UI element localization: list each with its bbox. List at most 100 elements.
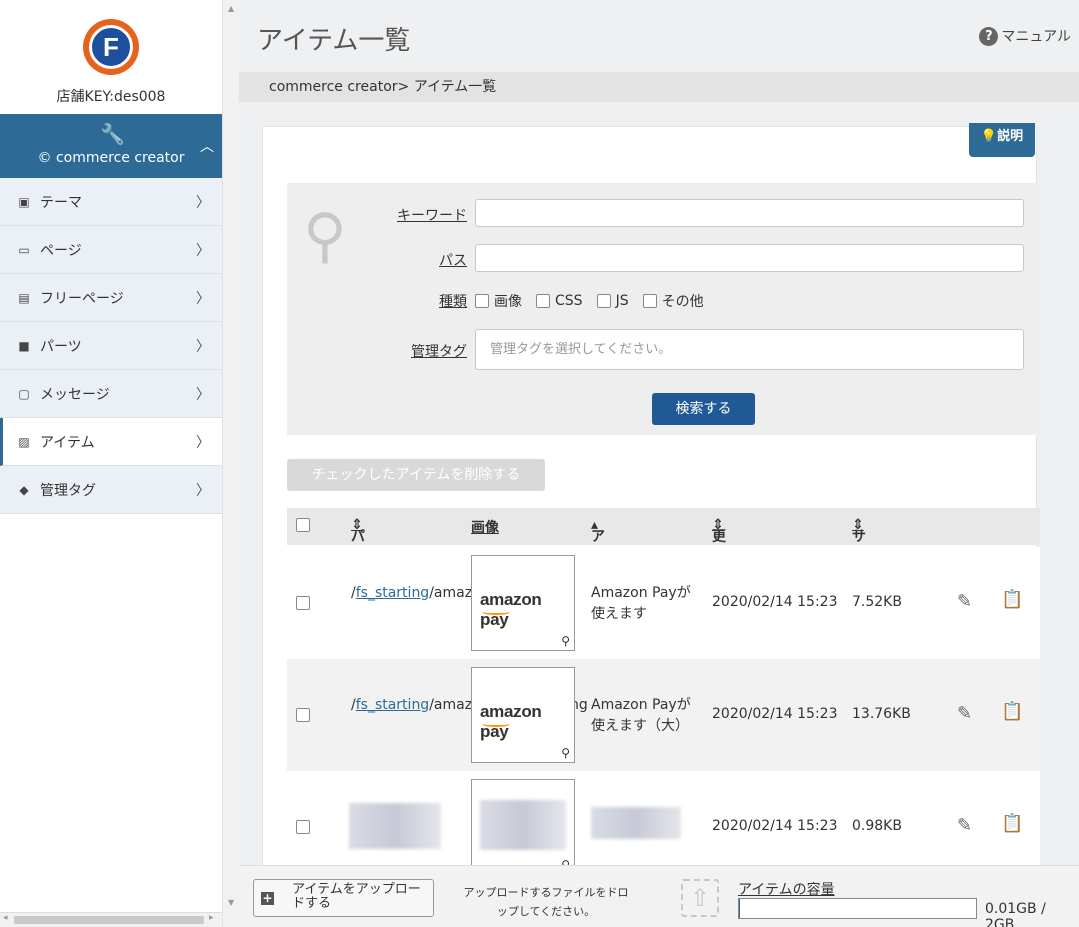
tag-label: 管理タグ xyxy=(411,344,467,360)
free-page-icon: ▤ xyxy=(18,290,30,305)
item-name: Amazon Payが使えます（大） xyxy=(591,697,691,734)
item-updated: 2020/02/14 15:23 xyxy=(712,706,838,722)
type-other[interactable]: その他 xyxy=(642,291,704,311)
edit-pencil-icon[interactable]: ✎ xyxy=(957,815,972,836)
sidebar-item-free-page[interactable]: ▤ フリーページ〉 xyxy=(0,274,222,322)
checkbox[interactable] xyxy=(536,294,550,308)
sidebar-item-message[interactable]: ▢ メッセージ〉 xyxy=(0,370,222,418)
sort-path[interactable]: パス⇕ xyxy=(351,517,365,565)
page-icon: ▭ xyxy=(18,242,30,257)
checkbox[interactable] xyxy=(642,294,657,308)
section-title: commerce creator xyxy=(55,150,185,166)
path-label: パス xyxy=(439,253,467,269)
row-checkbox[interactable] xyxy=(296,708,310,722)
sidebar-scrollbar[interactable]: ▲ ▼ xyxy=(222,0,239,927)
help-icon: ? xyxy=(979,26,999,46)
edit-pencil-icon[interactable]: ✎ xyxy=(957,703,972,724)
table-row: /fs_starting/amazonPay.png amazon pay⚲ A… xyxy=(287,547,1040,659)
item-thumbnail[interactable]: amazon pay ⚲ xyxy=(471,667,575,763)
lightbulb-icon: 💡 xyxy=(980,129,998,144)
item-path: /fs_starting/amazonPay_large.png xyxy=(351,697,588,713)
clipboard-icon[interactable]: 📋 xyxy=(1001,701,1023,722)
briefcase-icon: ■ xyxy=(18,338,30,353)
item-thumbnail[interactable]: ⚲ xyxy=(471,779,575,875)
chevron-right-icon: 〉 xyxy=(196,195,210,211)
item-path: /fs_starting/amazonPay.png xyxy=(351,585,543,601)
sidebar: F 店舗KEY:des008 🔧 © commerce creator ︿ ▣ テ… xyxy=(0,0,222,927)
clipboard-icon[interactable]: 📋 xyxy=(1001,813,1023,834)
chevron-right-icon: 〉 xyxy=(196,387,210,403)
sidebar-item-parts[interactable]: ■ パーツ〉 xyxy=(0,322,222,370)
search-panel: ⚲ キーワード パス 種類 画像 CSS JS その他 管理タグ 管理タグを選択… xyxy=(287,183,1040,435)
table-row: /fs_starting/amazonPay_large.png amazon … xyxy=(287,659,1040,771)
type-checkboxes: 画像 CSS JS その他 xyxy=(475,291,718,311)
item-size: 13.76KB xyxy=(852,706,911,722)
upload-bar: + アイテムをアップロードする アップロードするファイルをドロップしてください。 … xyxy=(239,865,1079,927)
path-input[interactable] xyxy=(475,244,1024,272)
item-name: Amazon Payが使えます xyxy=(591,585,691,622)
select-all-checkbox[interactable] xyxy=(296,518,310,532)
blurred-path xyxy=(349,803,441,849)
image-header: 画像 xyxy=(471,520,499,536)
row-checkbox[interactable] xyxy=(296,820,310,834)
sort-name[interactable]: アイテム名▴ xyxy=(591,517,605,625)
chevron-right-icon: 〉 xyxy=(196,435,210,451)
clipboard-icon[interactable]: 📋 xyxy=(1001,589,1023,610)
tag-icon: ◆ xyxy=(19,482,29,497)
capacity-label: アイテムの容量 xyxy=(738,882,835,898)
cc-logo-icon: © xyxy=(37,150,56,166)
zoom-icon[interactable]: ⚲ xyxy=(561,746,570,760)
scroll-left-icon[interactable]: ◂ xyxy=(3,913,8,923)
zoom-icon[interactable]: ⚲ xyxy=(561,634,570,648)
sidebar-hscrollbar[interactable]: ◂ ▸ xyxy=(0,912,222,927)
sort-updated[interactable]: 更新日時⇕ xyxy=(712,517,726,605)
message-icon: ▢ xyxy=(18,386,30,401)
scroll-right-icon[interactable]: ▸ xyxy=(209,913,214,923)
checkbox[interactable] xyxy=(475,294,489,308)
type-js[interactable]: JS xyxy=(596,291,629,311)
type-css[interactable]: CSS xyxy=(536,291,583,311)
chevron-right-icon: 〉 xyxy=(196,243,210,259)
sidebar-item-item[interactable]: ▨ アイテム〉 xyxy=(0,418,222,466)
path-dir-link[interactable]: fs_starting xyxy=(356,697,429,713)
item-updated: 2020/02/14 15:23 xyxy=(712,594,838,610)
upload-icon[interactable]: ⇧ xyxy=(681,879,719,917)
sidebar-item-page[interactable]: ▭ ページ〉 xyxy=(0,226,222,274)
page-title: アイテム一覧 xyxy=(257,26,411,56)
explain-button[interactable]: 💡説明 xyxy=(969,123,1035,157)
chevron-right-icon: 〉 xyxy=(196,291,210,307)
type-label: 種類 xyxy=(439,294,467,310)
item-size: 0.98KB xyxy=(852,818,902,834)
item-updated: 2020/02/14 15:23 xyxy=(712,818,838,834)
item-thumbnail[interactable]: amazon pay ⚲ xyxy=(471,555,575,651)
image-icon: ▨ xyxy=(18,434,30,449)
row-checkbox[interactable] xyxy=(296,596,310,610)
store-key: 店舗KEY:des008 xyxy=(56,89,166,105)
search-button[interactable]: 検索する xyxy=(652,393,755,425)
sort-size[interactable]: サイズ⇕ xyxy=(852,517,866,585)
chevron-up-icon[interactable]: ︿ xyxy=(200,136,214,156)
scroll-up-icon[interactable]: ▲ xyxy=(228,4,234,13)
commerce-creator-section[interactable]: 🔧 © commerce creator ︿ xyxy=(0,114,222,178)
sidebar-item-theme[interactable]: ▣ テーマ〉 xyxy=(0,178,222,226)
theme-icon: ▣ xyxy=(18,194,30,209)
capacity-text: 0.01GB / 2GB xyxy=(985,901,1046,927)
tag-select[interactable]: 管理タグを選択してください。 xyxy=(475,329,1024,370)
plus-icon: + xyxy=(261,891,274,905)
keyword-input[interactable] xyxy=(475,199,1024,227)
keyword-label: キーワード xyxy=(397,208,467,224)
upload-button[interactable]: + アイテムをアップロードする xyxy=(253,879,434,917)
search-icon: ⚲ xyxy=(303,201,347,271)
wrench-icon: 🔧 xyxy=(100,122,125,146)
checkbox[interactable] xyxy=(596,294,611,308)
edit-pencil-icon[interactable]: ✎ xyxy=(957,591,972,612)
blurred-name xyxy=(591,807,681,839)
manual-link[interactable]: ? マニュアル xyxy=(979,26,1071,46)
sidebar-item-tag[interactable]: ◆ 管理タグ〉 xyxy=(0,466,222,514)
store-logo: F xyxy=(83,19,139,75)
delete-checked-button[interactable]: チェックしたアイテムを削除する xyxy=(287,459,545,491)
scroll-down-icon[interactable]: ▼ xyxy=(228,898,234,907)
type-image[interactable]: 画像 xyxy=(475,291,522,311)
path-dir-link[interactable]: fs_starting xyxy=(356,585,429,601)
table-header: パス⇕ 画像 アイテム名▴ 更新日時⇕ サイズ⇕ xyxy=(287,508,1040,625)
